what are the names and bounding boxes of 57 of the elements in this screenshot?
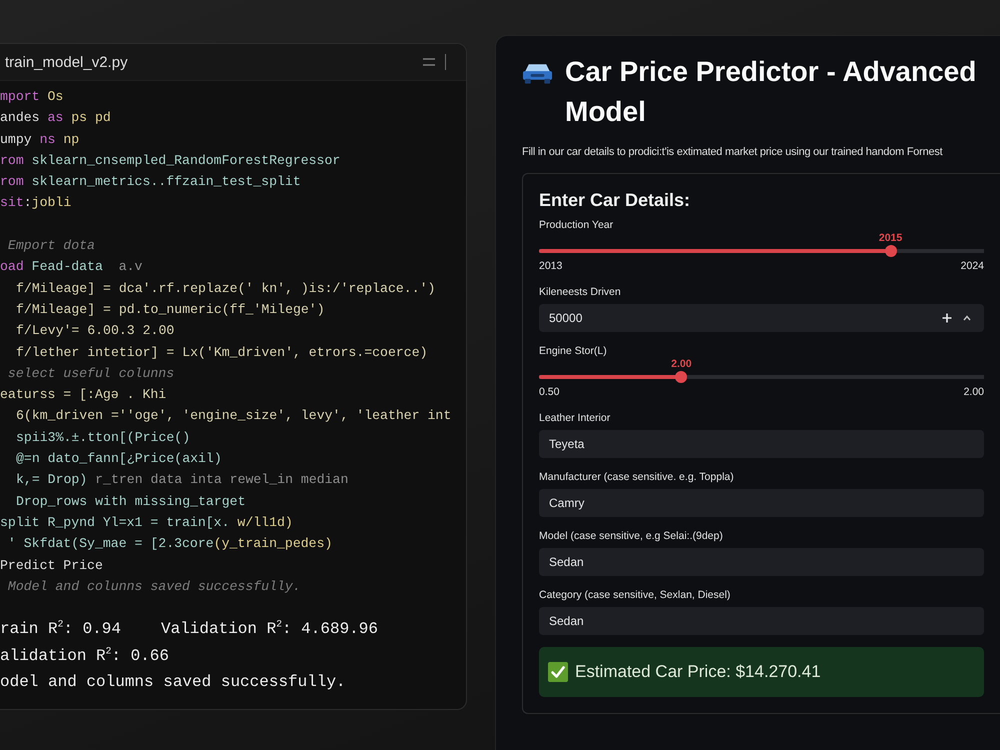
plus-icon[interactable] (942, 313, 952, 323)
text-field[interactable]: Teyeta (539, 430, 984, 458)
slider-thumb[interactable] (884, 245, 897, 257)
number-field[interactable]: 50000 (539, 304, 984, 332)
code-line: umpy ns np (0, 130, 80, 149)
field-label: Model (case sensitive, e.g Selai:.(9dep) (539, 529, 723, 543)
code-line: select useful colunns (6, 364, 174, 383)
slider-value: 2015 (878, 232, 902, 245)
field-label: Kileneests Driven (539, 285, 621, 299)
code-line: sit:jobli (0, 194, 72, 212)
text-field[interactable]: Camry (539, 489, 984, 517)
code-line: ' Skfdat(Sy_mae = [2.3core(y_train_pedes) (6, 535, 332, 554)
slider-value: 2.00 (671, 358, 692, 371)
menu-icon[interactable] (423, 58, 435, 66)
code-line: f/lether intetior] = Lx('Km_driven', etrors.=coerce) (15, 344, 428, 362)
code-line: rom sklearn_metrics..ffzain_test_split (0, 173, 301, 192)
output-text: Validation R$^{2}$: 4.689.96 (160, 618, 378, 640)
slider-thumb[interactable] (675, 371, 688, 383)
field-label: Category (case sensitive, Sexlan, Diesel) (539, 588, 730, 602)
output-text: odel and columns saved successfully. (0, 672, 346, 694)
code-line: Emport dota (6, 237, 95, 256)
app-description: Fill in our car details to prodici:t'is extimated market price using our trained handom Fornest (522, 145, 942, 160)
code-line: rom sklearn_cnsempled_RandomForestRegressor (0, 152, 340, 170)
code-line: split R_pynd Yl=x1 = train[x. w/ll1d) (0, 514, 293, 532)
slider-min-label: 2013 (539, 259, 562, 273)
slider-max-label: 2.00 (964, 385, 984, 399)
code-line: f/Mileage] = pd.to_numeric(ff_'Milege') (15, 300, 325, 319)
form-heading: Enter Car Details: (539, 190, 692, 210)
code-line: Drop_rows with missing_target (15, 492, 246, 511)
code-line: eaturss = [:Agə . Khi (0, 386, 166, 404)
code-line: @=n dato_fann[¿Price(axil) (15, 450, 222, 468)
chevron-up-icon[interactable] (962, 313, 972, 323)
code-line: spii3%.±.tton[(Price() (15, 428, 190, 447)
field-label: Leather Interior (539, 411, 610, 425)
code-line: andes as ps pd (0, 109, 111, 128)
slider-min-label: 0.50 (539, 385, 560, 399)
field-label: Production Year (539, 218, 614, 232)
output-text: rain R$^{2}$: 0.94 (0, 618, 121, 640)
field-label: Engine Stor(L) (539, 344, 607, 358)
checkmark-icon (548, 662, 568, 682)
code-line: Predict Price (0, 556, 103, 575)
code-line: 6(km_driven =''oge', 'engine_size', levy', 'leather int (15, 407, 452, 426)
field-label: Manufacturer (case sensitive. e.g. Toppla) (539, 470, 734, 484)
code-line: f/Levy'= 6.00.3 2.00 (15, 322, 174, 340)
text-field[interactable]: Sedan (539, 548, 984, 576)
slider-max-label: 2024 (960, 259, 984, 273)
car-icon (522, 62, 553, 84)
code-line: Model and colunns saved successfully. (6, 578, 301, 596)
code-line: k,= Drop) r_tren data inta rewel_in median (15, 471, 348, 490)
code-line: mport Os (0, 88, 64, 106)
code-line: f/Mileage] = dca'.rf.replaze(' kn', )is:/'replace..') (15, 280, 436, 298)
alert-text: Estimated Car Price: $14.270.41 (575, 662, 821, 682)
text-field[interactable]: Sedan (539, 607, 984, 635)
file-name: train_model_v2.py (5, 54, 128, 70)
app-title: Car Price Predictor - Advanced Model (565, 55, 978, 129)
output-text: alidation R$^{2}$: 0.66 (0, 644, 169, 667)
code-line: oad Fead-data a.v (0, 258, 142, 276)
